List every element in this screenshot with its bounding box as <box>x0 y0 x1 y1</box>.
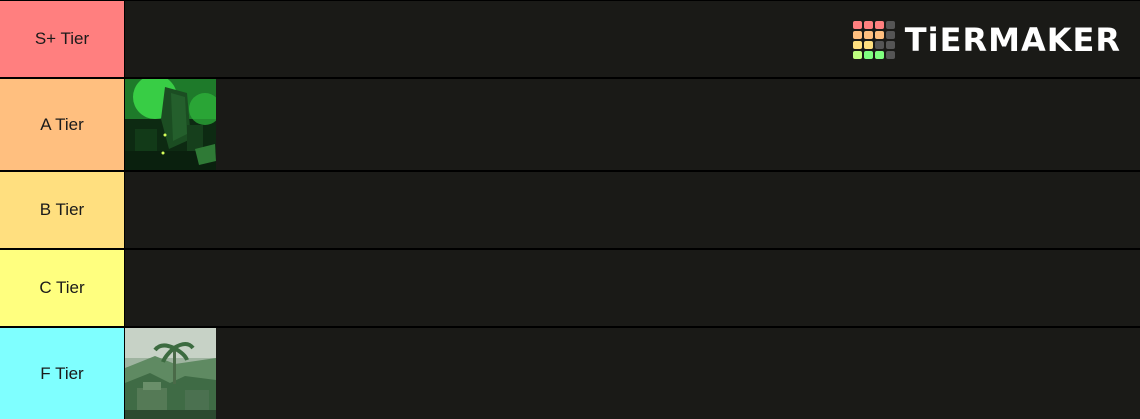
logo-grid-cell <box>885 21 895 29</box>
tier-label-a[interactable]: A Tier <box>0 79 124 170</box>
tier-list-board: S+ Tier TiERMAKER A Tier B Tier C Tier F… <box>0 0 1140 419</box>
tier-row-b: B Tier <box>0 172 1140 248</box>
logo-grid-cell <box>852 31 862 39</box>
tier-row-c: C Tier <box>0 250 1140 326</box>
tier-row-s-plus: S+ Tier TiERMAKER <box>0 1 1140 77</box>
logo-grid-cell <box>863 21 873 29</box>
tier-row-a: A Tier <box>0 79 1140 170</box>
tier-row-f: F Tier <box>0 328 1140 419</box>
logo-grid-cell <box>874 31 884 39</box>
logo-grid-cell <box>852 41 862 49</box>
jungle-temple-palm-image <box>125 328 216 419</box>
tier-items-f[interactable] <box>125 328 1140 419</box>
logo-grid-cell <box>885 51 895 59</box>
tier-label-b[interactable]: B Tier <box>0 172 124 248</box>
tier-items-a[interactable] <box>125 79 1140 170</box>
tier-label-c[interactable]: C Tier <box>0 250 124 326</box>
tiermaker-logo-text: TiERMAKER <box>904 21 1121 59</box>
logo-grid-cell <box>863 31 873 39</box>
tiermaker-logo: TiERMAKER <box>852 21 1121 59</box>
tier-item-jungle-temple[interactable] <box>125 328 216 419</box>
logo-grid-cell <box>885 31 895 39</box>
tier-items-b[interactable] <box>125 172 1140 248</box>
tier-label-f[interactable]: F Tier <box>0 328 124 419</box>
logo-grid-cell <box>874 41 884 49</box>
logo-grid-cell <box>885 41 895 49</box>
tier-item-green-ruins[interactable] <box>125 79 216 170</box>
tiermaker-grid-icon <box>852 21 895 59</box>
logo-grid-cell <box>863 41 873 49</box>
logo-grid-cell <box>852 51 862 59</box>
logo-grid-cell <box>852 21 862 29</box>
tier-label-s-plus[interactable]: S+ Tier <box>0 1 124 77</box>
logo-grid-cell <box>863 51 873 59</box>
logo-grid-cell <box>874 51 884 59</box>
tier-items-c[interactable] <box>125 250 1140 326</box>
green-glowing-ruins-image <box>125 79 216 170</box>
tier-items-s-plus[interactable]: TiERMAKER <box>125 1 1140 77</box>
logo-grid-cell <box>874 21 884 29</box>
